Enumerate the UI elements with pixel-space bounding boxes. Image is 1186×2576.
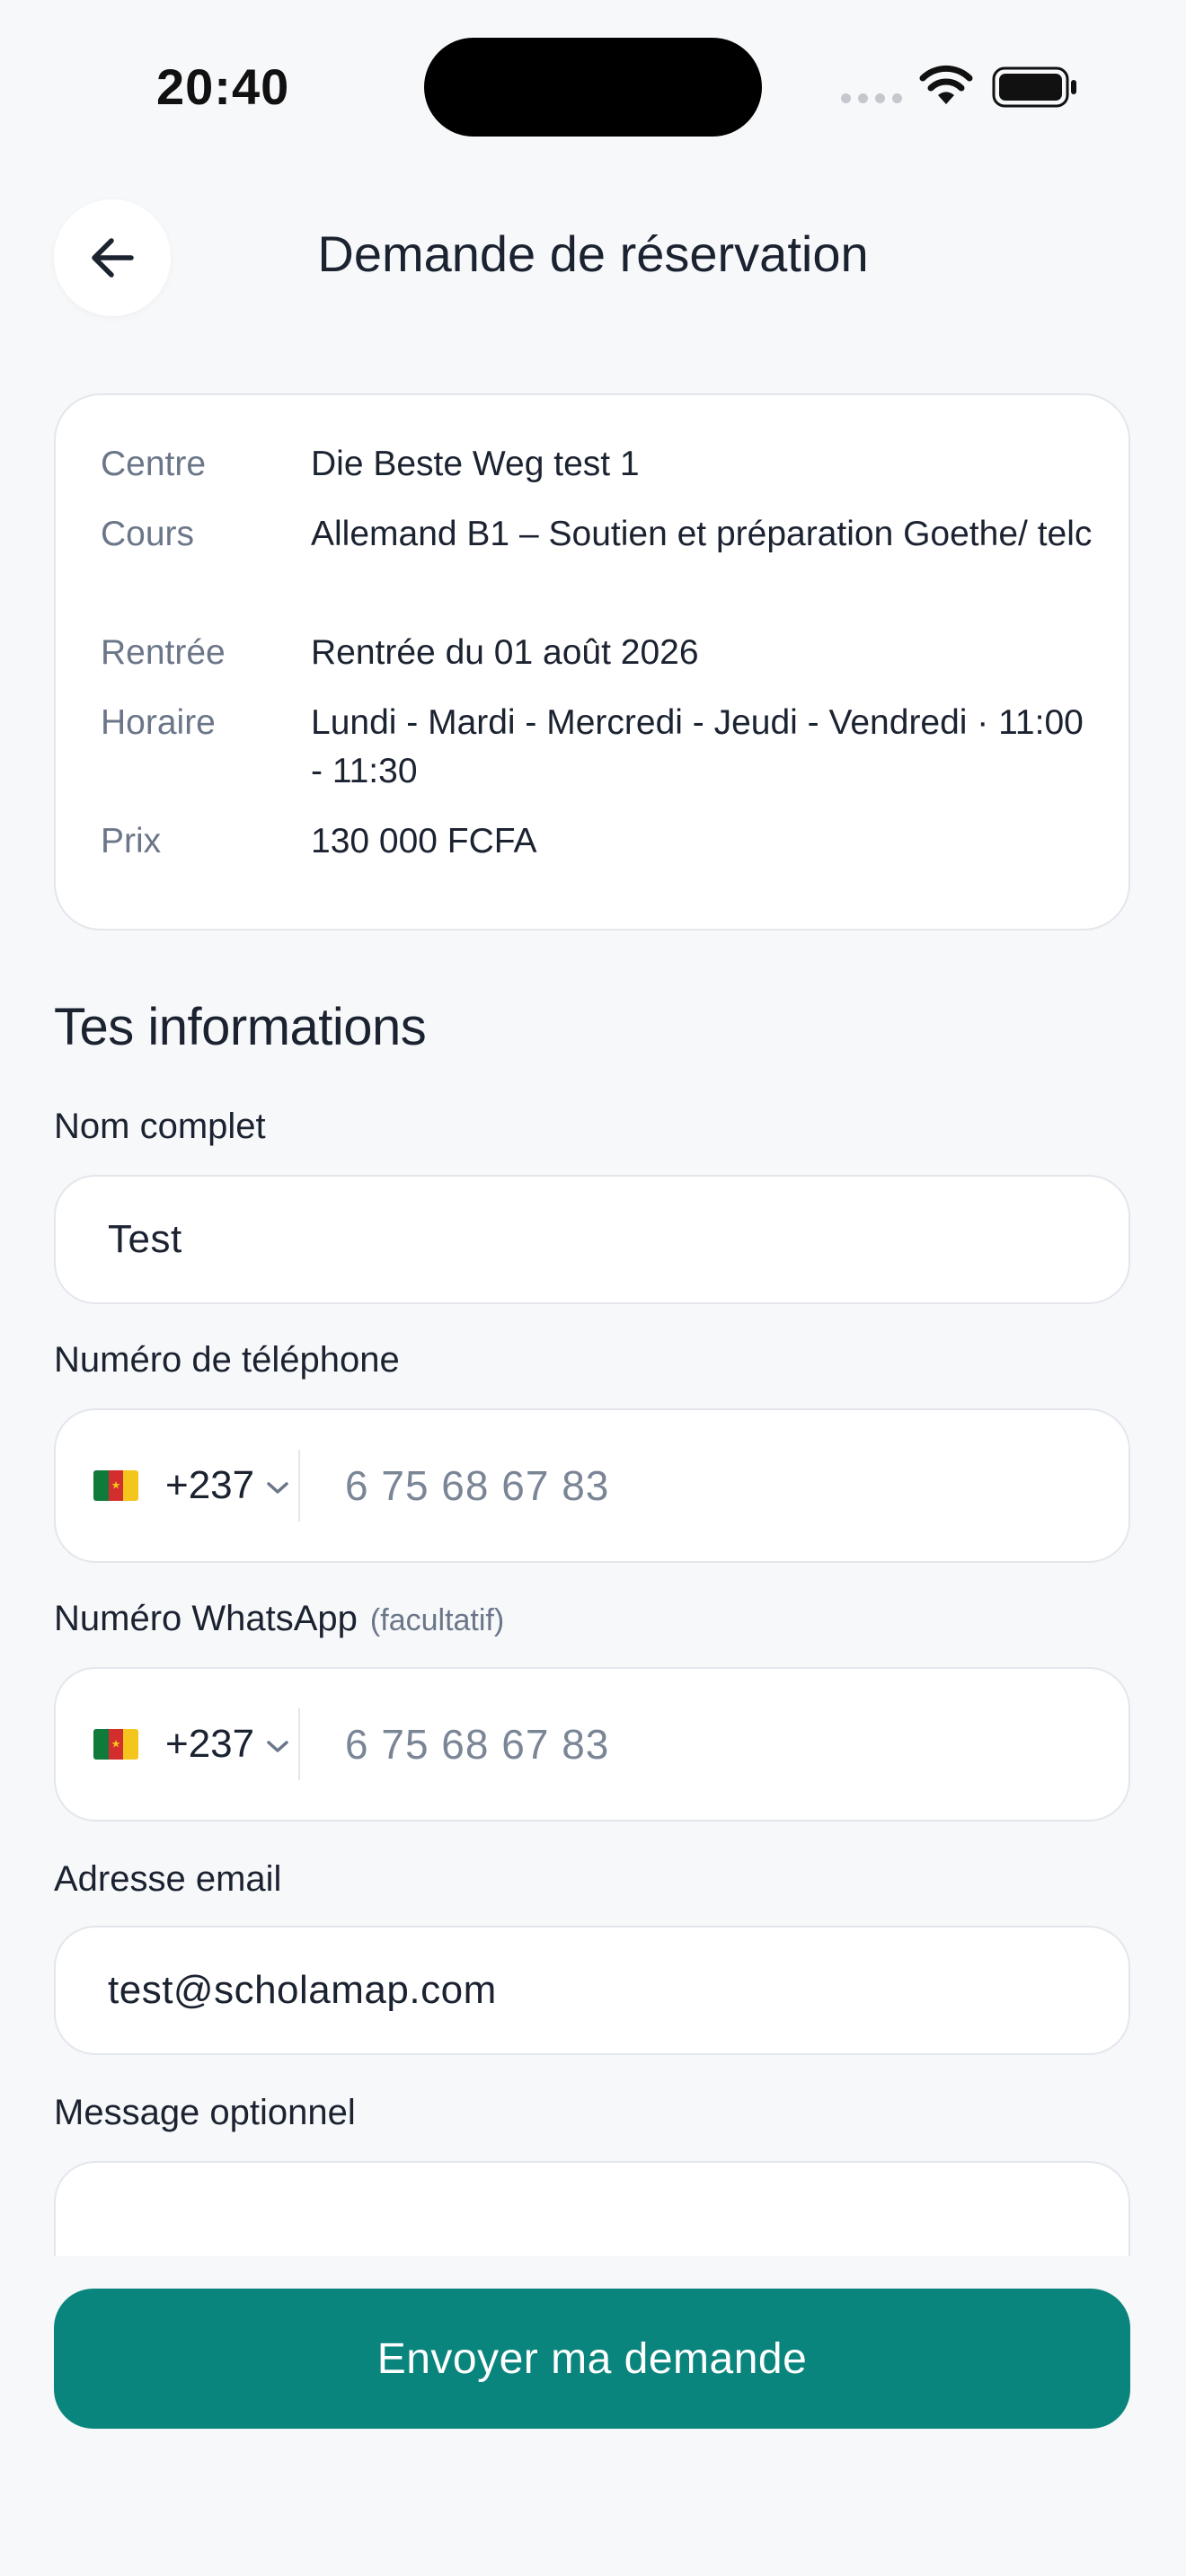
summary-label: Horaire [101, 703, 216, 742]
status-time: 20:40 [156, 58, 290, 115]
phone-country-code: +237 [165, 1463, 255, 1507]
summary-value: Lundi - Mardi - Mercredi - Jeudi - Vendr… [311, 703, 1084, 790]
whatsapp-country-selector[interactable]: +237 [56, 1669, 298, 1820]
phone-country-selector[interactable]: +237 [56, 1410, 298, 1561]
whatsapp-label-text: Numéro WhatsApp [54, 1599, 358, 1638]
email-value: test@scholamap.com [108, 1968, 497, 2012]
cameroon-flag-icon [93, 1729, 138, 1760]
cameroon-flag-icon [93, 1470, 138, 1501]
summary-row-centre: Centre Die Beste Weg test 1 [101, 440, 1093, 489]
whatsapp-label: Numéro WhatsApp (facultatif) [54, 1599, 504, 1639]
whatsapp-input[interactable]: +237 6 75 68 67 83 [54, 1667, 1130, 1822]
summary-value: Allemand B1 – Soutien et préparation Goe… [311, 515, 1093, 553]
whatsapp-placeholder: 6 75 68 67 83 [345, 1721, 610, 1768]
summary-row-cours: Cours Allemand B1 – Soutien et préparati… [101, 510, 1093, 559]
whatsapp-optional-note: (facultatif) [369, 1603, 505, 1637]
summary-row-prix: Prix 130 000 FCFA [101, 817, 1093, 866]
message-textarea[interactable] [54, 2161, 1130, 2256]
page-title: Demande de réservation [317, 225, 869, 282]
message-label: Message optionnel [54, 2093, 356, 2132]
full-name-label: Nom complet [54, 1107, 266, 1146]
summary-value: Die Beste Weg test 1 [311, 445, 640, 483]
summary-row-rentree: Rentrée Rentrée du 01 août 2026 [101, 629, 1093, 677]
summary-value: 130 000 FCFA [311, 822, 537, 860]
whatsapp-country-code: +237 [165, 1722, 255, 1766]
cellular-signal-icon [841, 93, 902, 103]
reservation-summary-card: Centre Die Beste Weg test 1 Cours Allema… [54, 393, 1130, 931]
submit-button[interactable]: Envoyer ma demande [54, 2289, 1130, 2429]
chevron-down-icon [267, 1741, 288, 1752]
summary-label: Centre [101, 445, 207, 483]
summary-label: Rentrée [101, 633, 226, 672]
phone-input[interactable]: +237 6 75 68 67 83 [54, 1408, 1130, 1563]
summary-label: Cours [101, 515, 195, 553]
phone-label: Numéro de téléphone [54, 1340, 400, 1380]
phone-placeholder: 6 75 68 67 83 [345, 1462, 610, 1509]
full-name-input[interactable]: Test [54, 1175, 1130, 1304]
email-input[interactable]: test@scholamap.com [54, 1926, 1130, 2055]
dynamic-island [424, 38, 762, 137]
summary-row-horaire: Horaire Lundi - Mardi - Mercredi - Jeudi… [101, 699, 1093, 796]
section-title: Tes informations [54, 998, 427, 1056]
battery-icon [992, 66, 1076, 108]
wifi-icon [919, 65, 973, 104]
summary-label: Prix [101, 822, 162, 860]
email-label: Adresse email [54, 1859, 282, 1899]
chevron-down-icon [267, 1482, 288, 1494]
full-name-value: Test [108, 1217, 182, 1261]
summary-value: Rentrée du 01 août 2026 [311, 633, 699, 672]
